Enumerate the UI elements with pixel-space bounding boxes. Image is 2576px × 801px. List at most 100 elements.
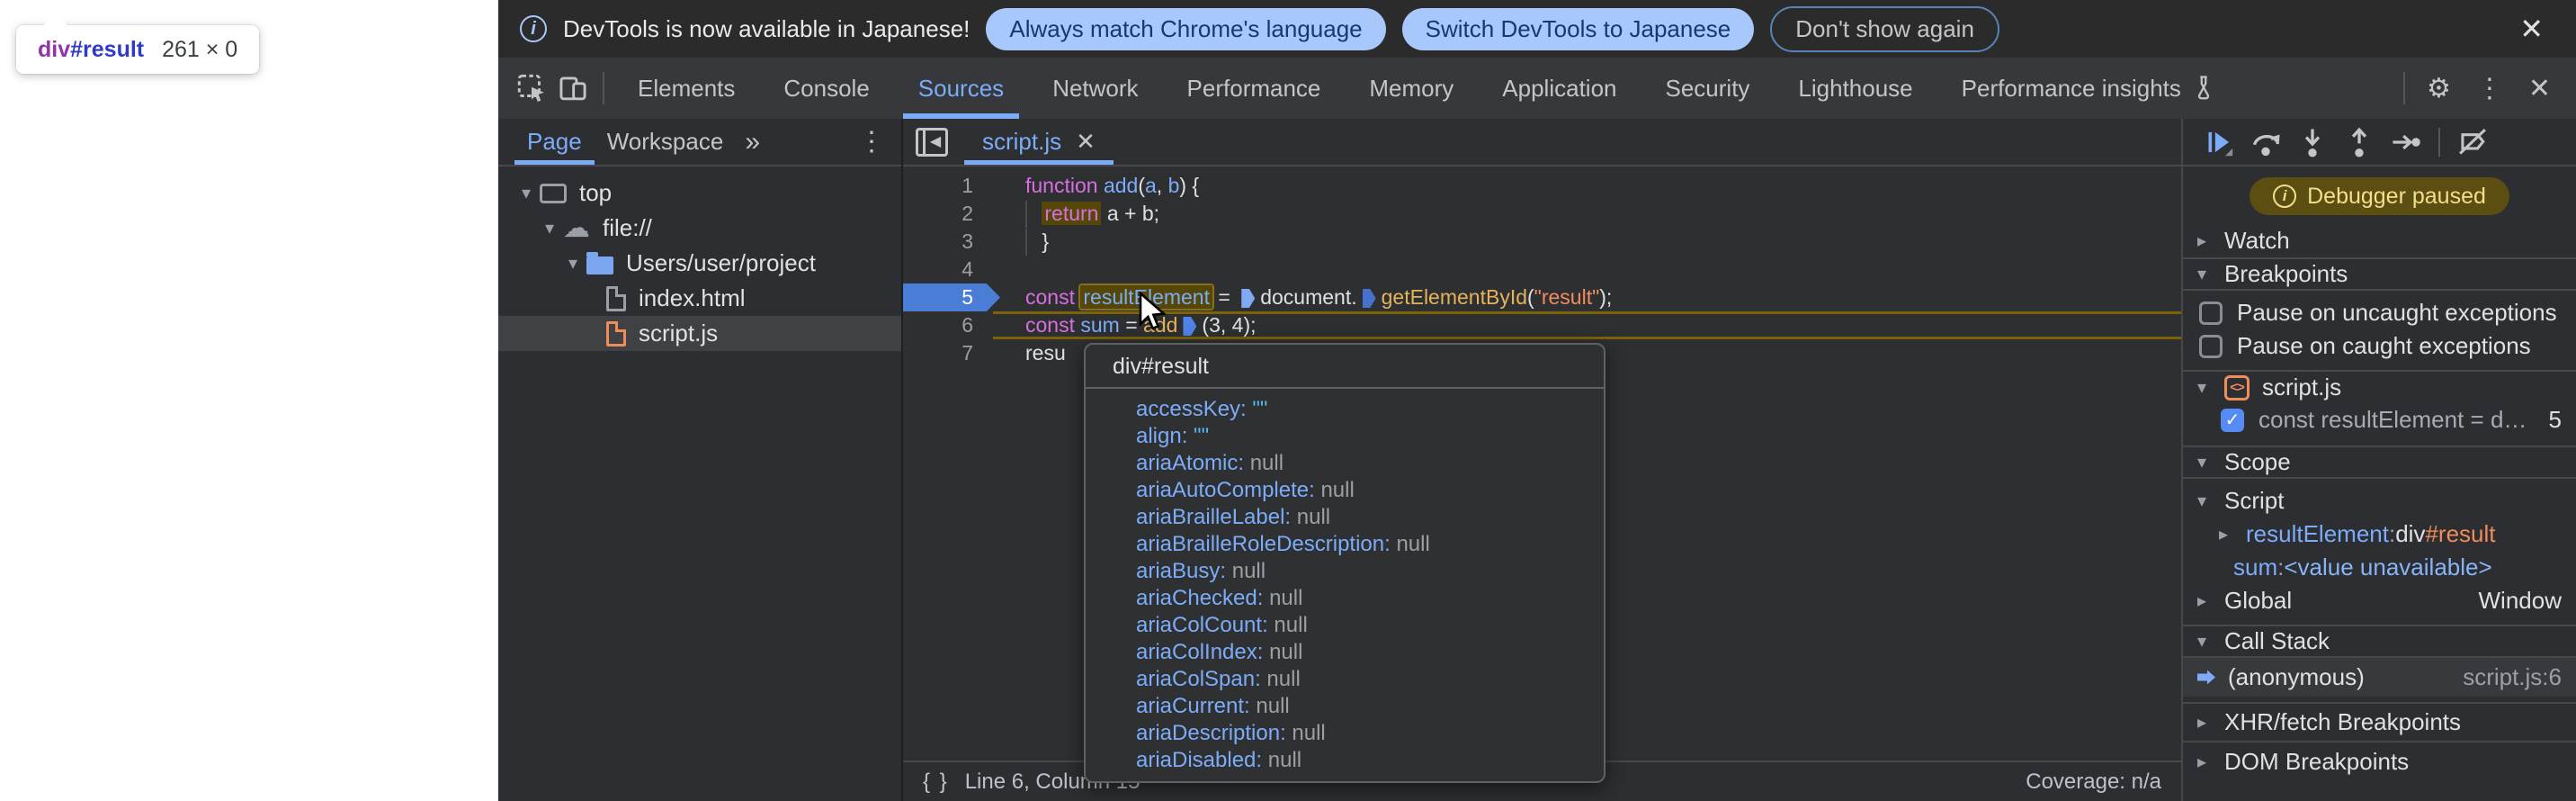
line-number-gutter[interactable]: 4 (903, 256, 993, 284)
deactivate-breakpoints-icon[interactable] (2453, 122, 2492, 162)
device-toolbar-icon[interactable] (552, 68, 594, 109)
step-icon[interactable] (2386, 122, 2426, 162)
step-over-icon[interactable] (2246, 122, 2285, 162)
devtools-infobar: i DevTools is now available in Japanese!… (498, 0, 2576, 58)
property-value: null (1232, 559, 1266, 583)
navigator-sidebar: Page Workspace » ⋮ ▾top▾☁file://▾Users/u… (498, 119, 903, 801)
tab-console[interactable]: Console (759, 58, 893, 119)
code-text[interactable]: const sum = add(3, 4); (993, 311, 2181, 339)
checkbox-unchecked[interactable] (2199, 302, 2223, 325)
section-xhr-breakpoints[interactable]: ▸ XHR/fetch Breakpoints (2183, 702, 2576, 741)
dont-show-again-button[interactable]: Don't show again (1770, 6, 1999, 52)
tree-expand-icon[interactable]: ▾ (559, 252, 586, 274)
checkbox-checked[interactable]: ✓ (2221, 409, 2244, 432)
resume-script-icon[interactable] (2199, 122, 2239, 162)
breakpoint-file-group[interactable]: ▾ <> script.js (2183, 370, 2576, 403)
popup-property-row: ariaAtomic: null (1136, 450, 1604, 477)
pause-caught-row[interactable]: Pause on caught exceptions (2183, 329, 2576, 363)
section-call-stack[interactable]: ▾ Call Stack (2183, 625, 2576, 658)
tab-label: Security (1666, 75, 1750, 103)
property-value: "" (1252, 397, 1267, 421)
line-number-gutter[interactable]: 6 (903, 311, 993, 339)
scope-script-group[interactable]: ▾ Script (2183, 484, 2576, 518)
inline-breakpoint-icon[interactable] (1241, 289, 1255, 308)
tree-item-script-js[interactable]: script.js (498, 316, 901, 351)
step-into-icon[interactable] (2293, 122, 2332, 162)
checkbox-unchecked[interactable] (2199, 335, 2223, 358)
tree-item-label: file:// (603, 214, 652, 242)
settings-gear-icon[interactable]: ⚙ (2414, 73, 2464, 104)
code-text[interactable]: } (993, 228, 2181, 256)
more-options-icon[interactable]: ⋮ (2464, 73, 2516, 104)
tab-label: Lighthouse (1798, 75, 1912, 103)
popup-title: div#result (1086, 345, 1604, 389)
code-area[interactable]: 1function add(a, b) {2 return a + b;3 }4… (903, 166, 2181, 367)
more-tabs-icon[interactable]: » (745, 127, 760, 158)
tree-item-file-[interactable]: ▾☁file:// (498, 211, 901, 246)
close-tab-icon[interactable]: ✕ (1076, 128, 1096, 156)
tab-lighthouse[interactable]: Lighthouse (1774, 58, 1936, 119)
hide-navigator-icon[interactable]: ◀ (916, 128, 948, 157)
code-text[interactable]: function add(a, b) { (993, 172, 2181, 200)
code-token: ( (1138, 174, 1145, 197)
popup-property-row: accessKey: "" (1136, 396, 1604, 423)
switch-devtools-japanese-button[interactable]: Switch DevTools to Japanese (1402, 8, 1755, 50)
tab-performance[interactable]: Performance (1163, 58, 1346, 119)
line-number-gutter[interactable]: 7 (903, 339, 993, 367)
line-number-gutter[interactable]: 2 (903, 200, 993, 228)
info-icon: i (2273, 184, 2296, 208)
tab-workspace[interactable]: Workspace (595, 119, 737, 165)
tab-elements[interactable]: Elements (613, 58, 759, 119)
tree-item-index-html[interactable]: index.html (498, 281, 901, 316)
scope-var-resultElement[interactable]: ▸ resultElement: div#result (2183, 518, 2576, 551)
tab-network[interactable]: Network (1028, 58, 1162, 119)
navigator-menu-icon[interactable]: ⋮ (858, 126, 885, 158)
close-devtools-icon[interactable]: ✕ (2516, 73, 2563, 104)
editor-pane: ◀ script.js ✕ 1function add(a, b) {2 ret… (903, 119, 2181, 801)
section-breakpoints[interactable]: ▾ Breakpoints (2183, 257, 2576, 291)
property-name: ariaAutoComplete: (1136, 478, 1320, 502)
breakpoint-entry[interactable]: ✓ const resultElement = doc⋯ 5 (2183, 403, 2576, 436)
tab-application[interactable]: Application (1478, 58, 1641, 119)
infobar-message: DevTools is now available in Japanese! (563, 15, 970, 43)
infobar-close-icon[interactable]: ✕ (2509, 12, 2554, 46)
code-text[interactable]: const resultElement = document.getElemen… (993, 284, 2181, 311)
call-stack-frame[interactable]: (anonymous) script.js:6 (2183, 658, 2576, 697)
chevron-down-icon: ▾ (2197, 630, 2224, 652)
tab-label: Application (1502, 75, 1616, 103)
step-out-icon[interactable] (2339, 122, 2379, 162)
pretty-print-icon[interactable]: { } (923, 770, 949, 795)
section-watch[interactable]: ▸ Watch (2183, 224, 2576, 257)
always-match-language-button[interactable]: Always match Chrome's language (986, 8, 1385, 50)
inline-breakpoint-icon[interactable] (1363, 289, 1376, 308)
tab-memory[interactable]: Memory (1345, 58, 1478, 119)
code-text[interactable]: return a + b; (993, 200, 2181, 228)
breakpoint-marker[interactable]: 5 (903, 284, 993, 311)
breakpoint-line-number: 5 (2549, 406, 2562, 434)
tab-sources[interactable]: Sources (894, 58, 1028, 119)
scope-global-group[interactable]: ▸ Global Window (2183, 584, 2576, 617)
tree-expand-icon[interactable]: ▾ (536, 217, 563, 239)
section-dom-breakpoints[interactable]: ▸ DOM Breakpoints (2183, 741, 2576, 781)
pause-uncaught-row[interactable]: Pause on uncaught exceptions (2183, 296, 2576, 329)
inspect-element-icon[interactable] (511, 68, 552, 109)
tab-security[interactable]: Security (1641, 58, 1775, 119)
line-number-gutter[interactable]: 1 (903, 172, 993, 200)
tree-item-label: script.js (639, 320, 718, 347)
editor-tab-scriptjs[interactable]: script.js ✕ (964, 119, 1114, 165)
line-number-gutter[interactable]: 3 (903, 228, 993, 256)
inline-breakpoint-icon[interactable] (1183, 317, 1196, 336)
tab-performance-insights[interactable]: Performance insights (1937, 58, 2240, 119)
code-token: const (1025, 313, 1075, 337)
tree-item-top[interactable]: ▾top (498, 176, 901, 211)
tree-expand-icon[interactable]: ▾ (513, 182, 540, 204)
paused-label: Debugger paused (2307, 184, 2486, 210)
section-scope[interactable]: ▾ Scope (2183, 446, 2576, 479)
code-token: b (1168, 174, 1180, 197)
tree-item-users-user-project[interactable]: ▾Users/user/project (498, 246, 901, 281)
code-text[interactable] (993, 256, 2181, 284)
sources-panel: Page Workspace » ⋮ ▾top▾☁file://▾Users/u… (498, 119, 2576, 801)
property-name: ariaBrailleLabel: (1136, 505, 1297, 529)
tab-page[interactable]: Page (514, 119, 595, 165)
scope-var-sum[interactable]: sum: <value unavailable> (2183, 551, 2576, 584)
